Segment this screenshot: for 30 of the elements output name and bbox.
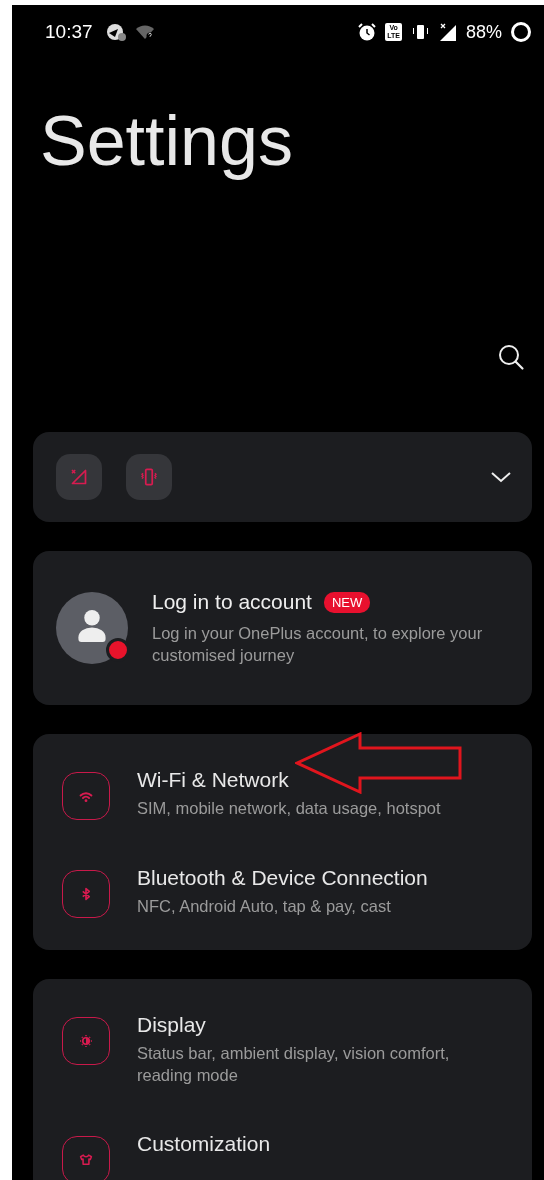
status-time: 10:37 — [45, 21, 93, 43]
settings-item[interactable]: Display Status bar, ambient display, vision comfort, reading mode — [33, 989, 532, 1108]
alarm-icon — [357, 22, 378, 42]
search-icon[interactable] — [497, 343, 525, 371]
person-icon — [78, 610, 106, 642]
item-title: Display — [137, 1012, 207, 1038]
settings-item[interactable]: Customization — [33, 1108, 532, 1180]
quick-toggle-button[interactable] — [126, 454, 172, 500]
item-subtitle: NFC, Android Auto, tap & pay, cast — [137, 896, 392, 917]
battery-ring-icon — [510, 21, 532, 43]
notification-dot — [106, 638, 130, 662]
item-title: Wi-Fi & Network — [137, 767, 290, 793]
display-icon — [62, 1017, 110, 1065]
settings-item[interactable]: Bluetooth & Device Connection NFC, Android Auto, tap & pay, cast — [33, 842, 532, 940]
page-title: Settings — [40, 101, 294, 181]
item-subtitle: SIM, mobile network, data usage, hotspot — [137, 798, 441, 819]
item-title: Bluetooth & Device Connection — [137, 865, 428, 891]
wifi-icon — [62, 772, 110, 820]
quick-toggle-button[interactable] — [56, 454, 102, 500]
chevron-down-icon[interactable] — [490, 470, 512, 484]
battery-percent: 88% — [465, 21, 502, 43]
account-subtitle: Log in your OnePlus account, to explore your customised journey — [152, 623, 484, 666]
account-card[interactable]: Log in to account NEW Log in your OnePlus account, to explore your customised journey — [33, 551, 532, 705]
bluetooth-icon — [62, 870, 110, 918]
wifi-question-icon — [134, 24, 155, 40]
account-title: Log in to account — [152, 590, 312, 614]
item-title: Customization — [137, 1131, 271, 1157]
new-badge: NEW — [323, 591, 371, 613]
settings-item[interactable]: Wi-Fi & Network SIM, mobile network, data usage, hotspot — [33, 744, 532, 842]
item-subtitle: Status bar, ambient display, vision comfort, reading mode — [137, 1043, 451, 1086]
